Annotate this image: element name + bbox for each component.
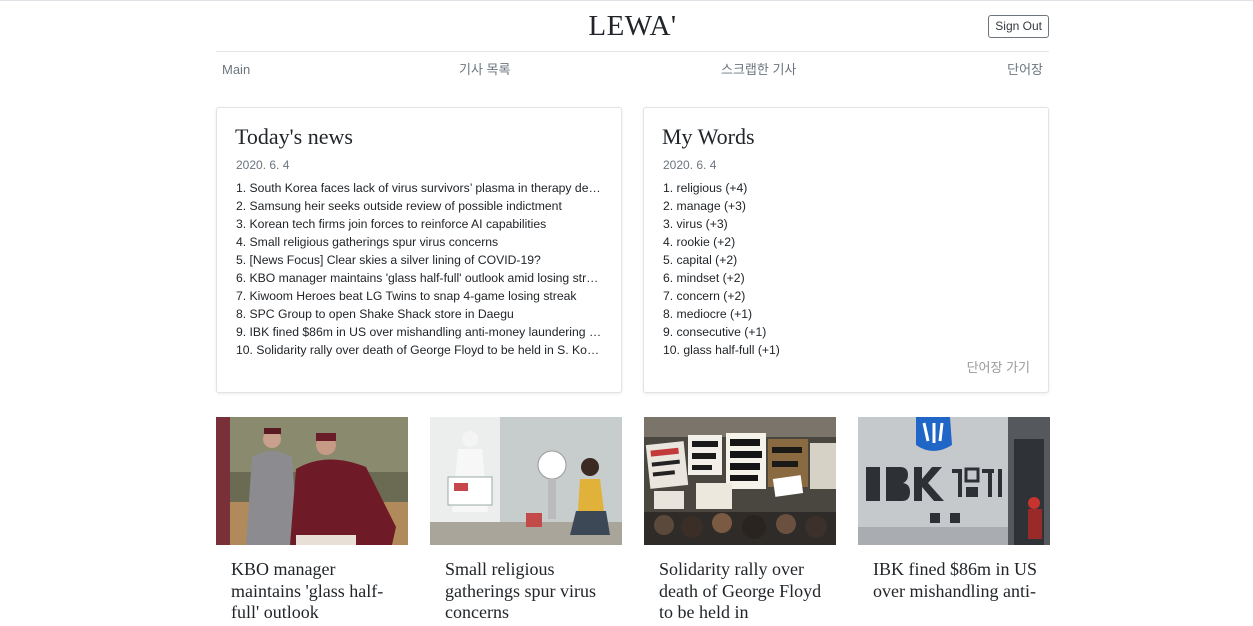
article-title[interactable]: KBO manager maintains 'glass half-full' …	[231, 559, 401, 624]
news-item[interactable]: 1. South Korea faces lack of virus survi…	[236, 179, 603, 197]
ibk-building-photo[interactable]	[858, 417, 1050, 545]
news-item[interactable]: 5. [News Focus] Clear skies a silver lin…	[236, 251, 603, 269]
news-item[interactable]: 2. Samsung heir seeks outside review of …	[236, 197, 603, 215]
nav-main[interactable]: Main	[222, 61, 250, 79]
card-title: My Words	[662, 124, 755, 149]
baseball-players-photo[interactable]	[216, 417, 408, 545]
word-item: 2. manage (+3)	[663, 199, 746, 213]
news-item[interactable]: 8. SPC Group to open Shake Shack store i…	[236, 305, 603, 323]
article-title[interactable]: IBK fined $86m in US over mishandling an…	[873, 559, 1043, 602]
word-item: 5. capital (+2)	[663, 253, 738, 267]
site-header: LEWA' Sign Out	[216, 1, 1049, 52]
todays-news-card: Today's news 2020. 6. 4 1. South Korea f…	[216, 107, 622, 393]
words-list: 1. religious (+4) 2. manage (+3) 3. viru…	[663, 179, 1030, 359]
site-logo[interactable]: LEWA'	[216, 10, 1049, 43]
word-item: 1. religious (+4)	[663, 181, 748, 195]
card-date: 2020. 6. 4	[663, 158, 717, 172]
word-item: 6. mindset (+2)	[663, 271, 745, 285]
news-list: 1. South Korea faces lack of virus survi…	[236, 179, 603, 359]
sign-out-button[interactable]: Sign Out	[988, 15, 1049, 38]
my-words-card: My Words 2020. 6. 4 1. religious (+4) 2.…	[643, 107, 1049, 393]
news-item[interactable]: 3. Korean tech firms join forces to rein…	[236, 215, 603, 233]
nav-article-list[interactable]: 기사 목록	[459, 61, 510, 79]
news-item[interactable]: 4. Small religious gatherings spur virus…	[236, 233, 603, 251]
nav-scrapped-articles[interactable]: 스크랩한 기사	[721, 61, 796, 79]
word-item: 4. rookie (+2)	[663, 235, 736, 249]
article-title[interactable]: Small religious gatherings spur virus co…	[445, 559, 615, 624]
card-title: Today's news	[235, 124, 353, 149]
nav-wordbook[interactable]: 단어장	[1007, 61, 1043, 79]
word-item: 9. consecutive (+1)	[663, 325, 767, 339]
testing-booth-photo[interactable]	[430, 417, 622, 545]
news-item[interactable]: 9. IBK fined $86m in US over mishandling…	[236, 323, 603, 341]
news-item[interactable]: 10. Solidarity rally over death of Georg…	[236, 341, 603, 359]
article-title[interactable]: Solidarity rally over death of George Fl…	[659, 559, 829, 624]
news-item[interactable]: 7. Kiwoom Heroes beat LG Twins to snap 4…	[236, 287, 603, 305]
main-nav: Main 기사 목록 스크랩한 기사 단어장	[216, 61, 1049, 81]
word-item: 3. virus (+3)	[663, 217, 728, 231]
word-item: 7. concern (+2)	[663, 289, 746, 303]
card-date: 2020. 6. 4	[236, 158, 290, 172]
protest-signs-photo[interactable]	[644, 417, 836, 545]
word-item: 8. mediocre (+1)	[663, 307, 753, 321]
news-item[interactable]: 6. KBO manager maintains 'glass half-ful…	[236, 269, 603, 287]
go-to-wordbook-link[interactable]: 단어장 가기	[967, 357, 1030, 376]
